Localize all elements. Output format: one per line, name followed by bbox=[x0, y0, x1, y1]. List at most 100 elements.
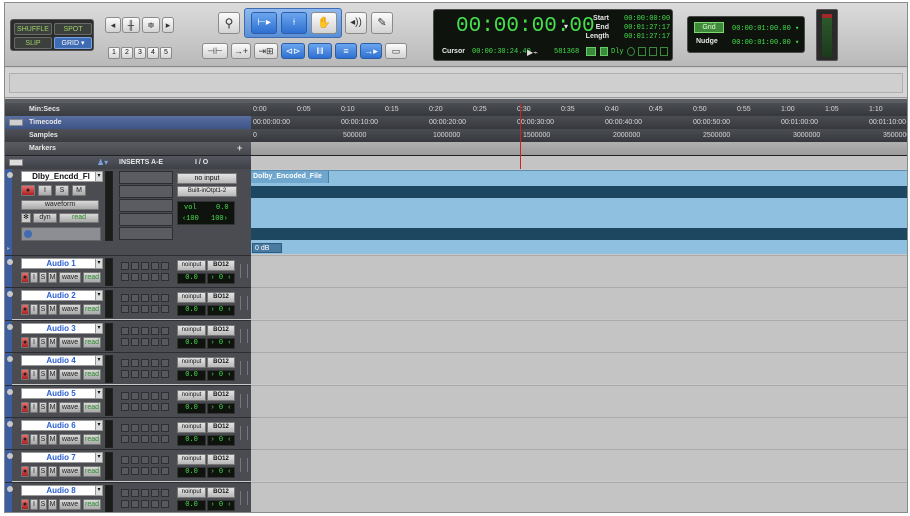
automation-mode-selector[interactable]: read bbox=[83, 304, 101, 316]
audio-track-lane[interactable] bbox=[251, 287, 907, 320]
track-name-menu-icon[interactable]: ▾ bbox=[95, 387, 103, 399]
record-enable-button[interactable]: ● bbox=[21, 185, 35, 196]
pan-value[interactable]: › 0 ‹ bbox=[207, 337, 235, 349]
output-selector[interactable]: Built-inOtpt1-2 bbox=[177, 186, 237, 197]
track-view-selector[interactable]: wave bbox=[59, 434, 81, 445]
window-config-icon[interactable]: ▭ bbox=[385, 43, 407, 59]
send-slot[interactable] bbox=[131, 370, 139, 379]
input-monitor-button[interactable]: I bbox=[30, 498, 38, 510]
record-enable-button[interactable]: ● bbox=[21, 466, 29, 478]
pan-value[interactable]: › 0 ‹ bbox=[207, 499, 235, 511]
input-monitor-button[interactable]: I bbox=[30, 272, 38, 283]
send-slot[interactable] bbox=[121, 435, 129, 443]
output-selector[interactable]: BO12 bbox=[207, 422, 235, 433]
send-slot[interactable] bbox=[131, 435, 139, 443]
insert-slot[interactable] bbox=[121, 359, 129, 368]
automation-mode-selector[interactable]: read bbox=[83, 369, 101, 381]
volume-value[interactable]: 0.0 bbox=[177, 435, 206, 446]
main-counter-dropdown-icon[interactable]: ▾ bbox=[564, 22, 568, 31]
ruler-label-minsecs[interactable]: Min:Secs bbox=[5, 103, 251, 116]
audio-track-lane[interactable] bbox=[251, 352, 907, 385]
automation-icon[interactable]: ✻ bbox=[21, 213, 31, 223]
samples-ruler[interactable]: 0 500000 1000000 1500000 2000000 2500000 30000… bbox=[251, 129, 907, 142]
track-view-selector[interactable]: wave bbox=[59, 336, 81, 348]
record-enable-button[interactable]: ● bbox=[21, 336, 29, 348]
track-list-toggle-icon[interactable] bbox=[9, 159, 23, 166]
send-slot[interactable] bbox=[131, 402, 139, 411]
send-slot[interactable] bbox=[131, 337, 139, 346]
insert-slot-c[interactable] bbox=[119, 199, 173, 212]
send-slot[interactable] bbox=[151, 402, 159, 411]
input-monitor-button[interactable]: I bbox=[30, 466, 38, 478]
zoom-preset-2[interactable]: 2 bbox=[121, 47, 133, 59]
insert-slot[interactable] bbox=[131, 488, 139, 497]
send-slot[interactable] bbox=[131, 273, 139, 281]
automation-type-selector[interactable]: dyn bbox=[33, 213, 57, 223]
automation-mode-selector[interactable]: read bbox=[83, 498, 101, 510]
slip-mode-button[interactable]: SLIP bbox=[14, 37, 52, 49]
volume-value[interactable]: 0.0 bbox=[177, 402, 206, 414]
audio-track-lane[interactable] bbox=[251, 417, 907, 449]
user-icon[interactable]: ♟▾ bbox=[97, 158, 108, 167]
insert-slot[interactable] bbox=[161, 294, 169, 303]
automation-mode-selector[interactable]: read bbox=[83, 336, 101, 348]
pan-right-value[interactable]: 100› bbox=[211, 215, 228, 223]
send-slot[interactable] bbox=[141, 467, 149, 476]
clip-name[interactable]: Dolby_Encoded_File bbox=[251, 171, 329, 183]
trim-icon[interactable]: ⊢▸ bbox=[251, 12, 277, 34]
volume-value[interactable]: 0.0 bbox=[177, 337, 206, 349]
insertion-follows-icon[interactable]: ⊲⊳ bbox=[281, 43, 305, 59]
track-select-icon[interactable] bbox=[7, 421, 13, 427]
input-selector[interactable]: noinput bbox=[177, 260, 206, 271]
record-enable-button[interactable]: ● bbox=[21, 272, 29, 283]
track-select-icon[interactable] bbox=[7, 259, 13, 265]
track-name[interactable]: Audio 7 bbox=[21, 452, 101, 464]
insert-slot[interactable] bbox=[141, 424, 149, 432]
track-resize-handle[interactable] bbox=[240, 393, 248, 408]
loop-record-icon[interactable] bbox=[627, 47, 635, 56]
automation-mode-selector[interactable]: read bbox=[83, 434, 101, 445]
send-slot[interactable] bbox=[161, 402, 169, 411]
volume-value[interactable]: 0.0 bbox=[177, 499, 206, 511]
send-slot[interactable] bbox=[161, 499, 169, 508]
record-enable-button[interactable]: ● bbox=[21, 304, 29, 316]
insert-slot[interactable] bbox=[161, 456, 169, 465]
start-value[interactable]: 00:00:00:00 bbox=[624, 15, 670, 23]
track-view-selector[interactable]: wave bbox=[59, 369, 81, 381]
insert-slot[interactable] bbox=[141, 294, 149, 303]
record-enable-button[interactable]: ● bbox=[21, 401, 29, 413]
insert-slot[interactable] bbox=[121, 294, 129, 303]
automation-mode-selector[interactable]: read bbox=[83, 401, 101, 413]
insert-slot[interactable] bbox=[141, 488, 149, 497]
io-column-header[interactable]: I / O bbox=[195, 159, 208, 166]
zoom-preset-3[interactable]: 3 bbox=[134, 47, 146, 59]
length-value[interactable]: 00:01:27:17 bbox=[624, 33, 670, 41]
insert-slot[interactable] bbox=[131, 359, 139, 368]
send-slot[interactable] bbox=[151, 273, 159, 281]
send-slot[interactable] bbox=[121, 337, 129, 346]
track-name[interactable]: Audio 1 bbox=[21, 258, 101, 269]
pan-value[interactable]: › 0 ‹ bbox=[207, 402, 235, 414]
mute-button[interactable]: M bbox=[48, 466, 57, 478]
send-slot[interactable] bbox=[131, 467, 139, 476]
automation-mode-selector[interactable]: read bbox=[83, 272, 101, 283]
insert-slot[interactable] bbox=[131, 456, 139, 465]
minsecs-ruler[interactable]: 0:00 0:05 0:10 0:15 0:20 0:25 0:30 0:35 0:40 0:45… bbox=[251, 103, 907, 116]
insert-slot[interactable] bbox=[121, 262, 129, 270]
input-monitor-button[interactable]: I bbox=[30, 336, 38, 348]
track-resize-handle[interactable] bbox=[240, 458, 248, 473]
output-selector[interactable]: BO12 bbox=[207, 486, 235, 498]
pan-left-value[interactable]: ‹100 bbox=[182, 215, 199, 223]
nudge-value[interactable]: 00:00:01:00.00 ▾ bbox=[732, 38, 799, 47]
track-name-menu-icon[interactable]: ▾ bbox=[95, 258, 103, 269]
insert-slot[interactable] bbox=[151, 424, 159, 432]
zoom-out-icon[interactable]: ◂ bbox=[105, 17, 121, 33]
input-selector[interactable]: noinput bbox=[177, 422, 206, 433]
midi-merge-icon[interactable] bbox=[586, 47, 596, 56]
inserts-column-header[interactable]: INSERTS A-E bbox=[119, 159, 163, 166]
send-slot[interactable] bbox=[121, 467, 129, 476]
quickpunch-icon[interactable] bbox=[638, 47, 646, 56]
track-name-menu-icon[interactable]: ▾ bbox=[95, 452, 103, 464]
output-selector[interactable]: BO12 bbox=[207, 324, 235, 336]
insert-slot[interactable] bbox=[121, 488, 129, 497]
